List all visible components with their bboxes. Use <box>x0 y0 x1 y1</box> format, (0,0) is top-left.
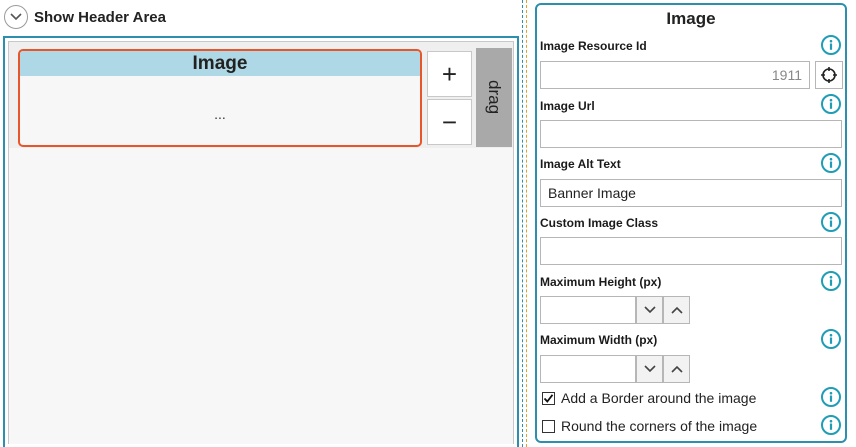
alt-text-field[interactable]: Banner Image <box>540 179 842 207</box>
round-corners-checkbox[interactable]: Round the corners of the image <box>542 418 757 434</box>
panel-title: Image <box>666 9 716 28</box>
decrement-height-button[interactable] <box>636 296 663 324</box>
max-height-label: Maximum Height (px) <box>540 275 662 289</box>
max-width-label: Maximum Width (px) <box>540 333 658 347</box>
increment-height-button[interactable] <box>663 296 690 324</box>
add-widget-button[interactable]: + <box>427 51 472 97</box>
info-icon[interactable] <box>821 329 841 349</box>
content-area: Image ... + − drag <box>8 41 514 444</box>
page-canvas: Image ... + − drag <box>3 36 519 447</box>
info-icon[interactable] <box>821 94 841 114</box>
panel-splitter[interactable] <box>521 0 529 447</box>
splitter-line-orange <box>526 0 527 447</box>
resource-id-label: Image Resource Id <box>540 39 647 53</box>
chevron-up-icon <box>670 306 683 314</box>
splitter-line-blue <box>522 0 523 447</box>
widget-title: Image <box>20 51 420 76</box>
chevron-down-icon <box>643 365 656 373</box>
alt-text-label: Image Alt Text <box>540 157 621 171</box>
widget-placeholder: ... <box>214 106 226 122</box>
max-width-input[interactable] <box>540 355 636 383</box>
resource-id-field[interactable]: 1911 <box>540 61 810 89</box>
drag-handle[interactable]: drag <box>476 48 512 147</box>
border-checkbox[interactable]: Add a Border around the image <box>542 390 756 406</box>
info-icon[interactable] <box>821 212 841 232</box>
custom-class-label: Custom Image Class <box>540 216 659 230</box>
show-header-toggle[interactable]: Show Header Area <box>4 4 166 30</box>
max-height-input[interactable] <box>540 296 636 324</box>
info-icon[interactable] <box>821 387 841 407</box>
border-checkbox-label: Add a Border around the image <box>561 390 757 406</box>
remove-widget-button[interactable]: − <box>427 99 472 145</box>
chevron-up-icon <box>670 365 683 373</box>
custom-class-field[interactable] <box>540 237 842 265</box>
info-icon[interactable] <box>821 153 841 173</box>
chevron-down-icon <box>643 306 656 314</box>
drag-label: drag <box>485 80 504 115</box>
info-icon[interactable] <box>821 415 841 435</box>
checkbox-checked[interactable] <box>542 391 555 405</box>
increment-width-button[interactable] <box>663 355 690 383</box>
image-widget[interactable]: Image ... <box>18 49 422 147</box>
info-icon[interactable] <box>821 271 841 291</box>
widget-row: Image ... + − drag <box>9 42 513 148</box>
round-corners-checkbox-label: Round the corners of the image <box>561 418 758 434</box>
chevron-down-icon <box>4 5 28 29</box>
checkmark-icon <box>543 393 554 403</box>
decrement-width-button[interactable] <box>636 355 663 383</box>
crosshair-icon[interactable] <box>815 61 843 89</box>
show-header-label: Show Header Area <box>34 8 166 26</box>
image-url-label: Image Url <box>540 99 595 113</box>
image-url-field[interactable] <box>540 120 842 148</box>
properties-panel: Image Image Resource Id 1911 Image Url I… <box>535 3 847 443</box>
checkbox-unchecked[interactable] <box>542 419 555 433</box>
info-icon[interactable] <box>821 35 841 55</box>
